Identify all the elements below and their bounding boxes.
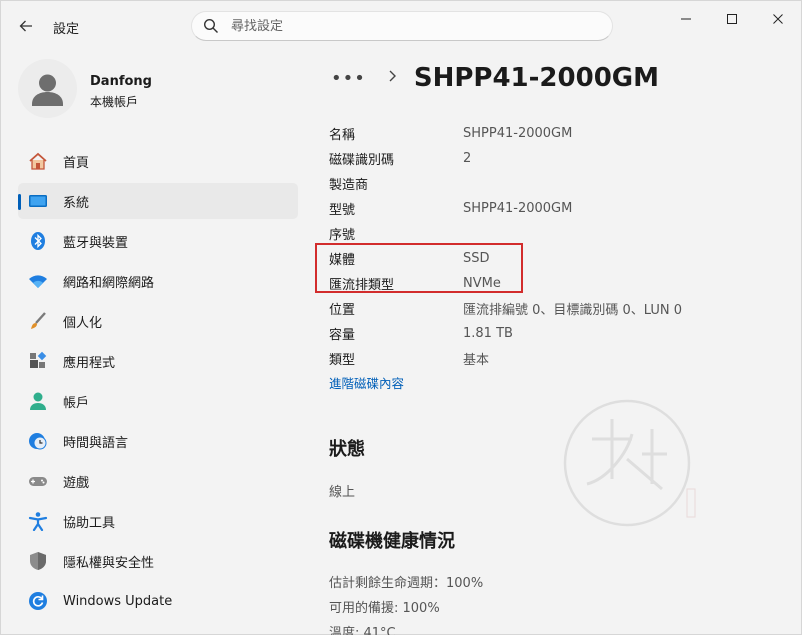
system-icon: [28, 191, 48, 211]
sidebar-item-label: 藍牙與裝置: [63, 235, 129, 251]
sidebar-item-system[interactable]: 系統: [18, 183, 298, 219]
property-key: 名稱: [329, 128, 356, 143]
property-key: 類型: [329, 353, 356, 368]
chevron-right-icon: [388, 70, 398, 86]
health-temperature: 溫度: 41°C: [329, 626, 396, 635]
sidebar-item-label: 隱私權與安全性: [63, 555, 155, 571]
sidebar-item-windows-update[interactable]: Windows Update: [18, 583, 298, 619]
sidebar-item-apps[interactable]: 應用程式: [18, 343, 298, 379]
minimize-icon: [681, 18, 691, 20]
sidebar-item-label: 時間與語言: [63, 435, 129, 451]
close-button[interactable]: [755, 5, 801, 33]
sidebar-item-time-language[interactable]: 時間與語言: [18, 423, 298, 459]
settings-window: 設定 Danfong 本機帳戶 首頁: [0, 0, 802, 635]
property-row: 磁碟識別碼 2: [329, 146, 769, 171]
property-value: 2: [463, 151, 472, 166]
sidebar-item-gaming[interactable]: 遊戲: [18, 463, 298, 499]
property-value: SHPP41-2000GM: [463, 201, 573, 216]
back-button[interactable]: [13, 13, 39, 39]
status-value: 線上: [329, 485, 356, 500]
sidebar-item-personalization[interactable]: 個人化: [18, 303, 298, 339]
sidebar-nav: 首頁 系統 藍牙與裝置 網路和網際網路 個人化 應用程式 帳戶 時間與語言 遊戲…: [18, 143, 298, 623]
home-icon: [28, 151, 48, 171]
property-key: 磁碟識別碼: [329, 153, 395, 168]
sidebar-item-label: 應用程式: [63, 355, 116, 371]
sidebar-item-label: 協助工具: [63, 515, 116, 531]
health-heading: 磁碟機健康情況: [329, 531, 455, 552]
property-key: 位置: [329, 303, 356, 318]
profile-name: Danfong: [90, 74, 152, 89]
clock-globe-icon: [28, 431, 48, 451]
property-row: 容量 1.81 TB: [329, 321, 769, 346]
highlight-box: [315, 243, 523, 293]
property-key: 型號: [329, 203, 356, 218]
brush-icon: [28, 311, 48, 331]
sidebar-item-home[interactable]: 首頁: [18, 143, 298, 179]
advanced-disk-properties-link[interactable]: 進階磁碟內容: [329, 373, 404, 392]
avatar: [18, 59, 77, 118]
sidebar-item-label: Windows Update: [63, 593, 173, 609]
profile-account-type: 本機帳戶: [90, 95, 139, 109]
search-input[interactable]: [231, 18, 591, 34]
property-row: 類型 基本: [329, 346, 769, 371]
minimize-button[interactable]: [663, 5, 709, 33]
property-value: 基本: [463, 353, 490, 368]
accessibility-icon: [28, 511, 48, 531]
property-key: 序號: [329, 228, 356, 243]
property-row: 製造商: [329, 171, 769, 196]
status-heading: 狀態: [329, 439, 365, 460]
property-value: SHPP41-2000GM: [463, 126, 573, 141]
maximize-button[interactable]: [709, 5, 755, 33]
sidebar-item-label: 個人化: [63, 315, 103, 331]
property-value: 匯流排編號 0、目標識別碼 0、LUN 0: [463, 303, 683, 318]
update-icon: [28, 591, 48, 611]
property-row: 型號 SHPP41-2000GM: [329, 196, 769, 221]
sidebar-item-network[interactable]: 網路和網際網路: [18, 263, 298, 299]
seal-watermark: [563, 399, 696, 527]
property-value: 1.81 TB: [463, 326, 513, 341]
user-avatar-icon: [32, 74, 63, 106]
search-box[interactable]: [191, 11, 613, 41]
wifi-icon: [28, 271, 48, 291]
apps-icon: [28, 351, 48, 371]
property-row: 位置 匯流排編號 0、目標識別碼 0、LUN 0: [329, 296, 769, 321]
health-spare: 可用的備援: 100%: [329, 601, 440, 616]
property-key: 製造商: [329, 178, 369, 193]
sidebar-item-label: 系統: [63, 195, 90, 211]
page-title: SHPP41-2000GM: [413, 63, 660, 93]
bluetooth-icon: [28, 231, 48, 251]
shield-icon: [28, 551, 48, 571]
account-icon: [28, 391, 48, 411]
app-title: 設定: [53, 22, 80, 37]
search-icon: [203, 18, 218, 33]
sidebar-item-accounts[interactable]: 帳戶: [18, 383, 298, 419]
sidebar-item-accessibility[interactable]: 協助工具: [18, 503, 298, 539]
breadcrumb: ••• SHPP41-2000GM: [331, 61, 659, 95]
breadcrumb-more-button[interactable]: •••: [331, 68, 366, 89]
gamepad-icon: [28, 471, 48, 491]
sidebar-item-label: 首頁: [63, 155, 90, 171]
sidebar-item-label: 帳戶: [63, 395, 90, 411]
health-remaining-life: 估計剩餘生命週期：100%: [329, 576, 484, 591]
maximize-icon: [727, 14, 737, 24]
sidebar-item-bluetooth[interactable]: 藍牙與裝置: [18, 223, 298, 259]
property-key: 容量: [329, 328, 356, 343]
back-arrow-icon: [19, 20, 32, 32]
sidebar-item-label: 遊戲: [63, 475, 90, 491]
sidebar-item-label: 網路和網際網路: [63, 275, 155, 291]
property-row: 名稱 SHPP41-2000GM: [329, 121, 769, 146]
title-bar: 設定: [1, 1, 801, 49]
sidebar-item-privacy[interactable]: 隱私權與安全性: [18, 543, 298, 579]
close-icon: [773, 14, 783, 24]
